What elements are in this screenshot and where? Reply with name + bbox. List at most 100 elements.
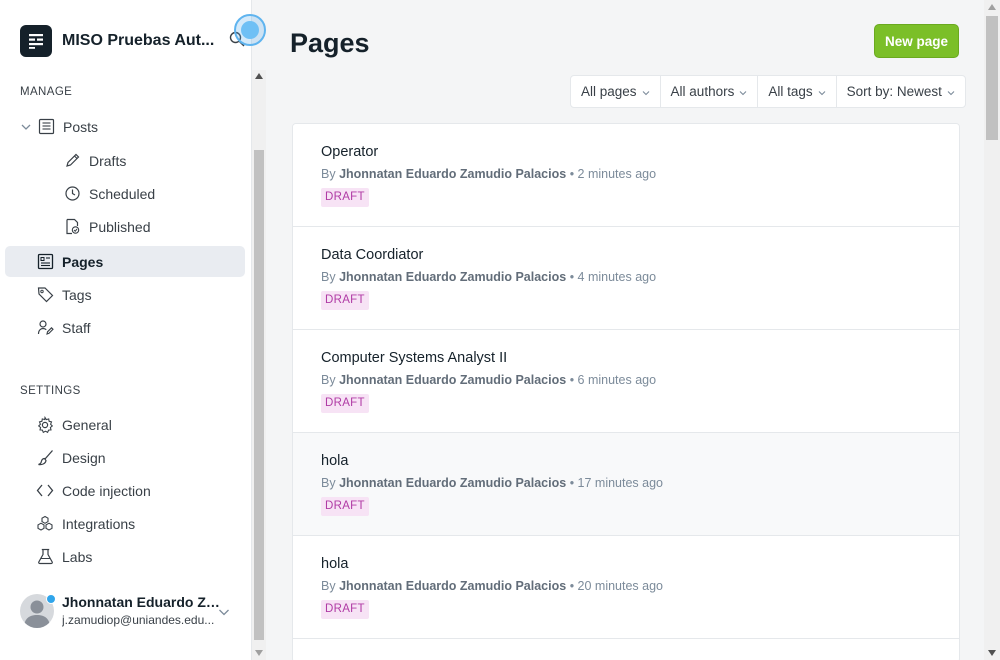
status-badge: DRAFT <box>321 600 369 619</box>
sidebar-item-label: Tags <box>62 286 92 303</box>
list-item[interactable]: hola By Jhonnatan Eduardo Zamudio Palaci… <box>293 433 959 536</box>
user-menu[interactable]: Jhonnatan Eduardo Za... j.zamudiop@unian… <box>20 592 235 632</box>
sidebar-item-pages[interactable]: Pages <box>5 246 245 277</box>
page-item-meta: By Jhonnatan Eduardo Zamudio Palacios • … <box>321 579 663 593</box>
author-name: Jhonnatan Eduardo Zamudio Palacios <box>339 167 567 181</box>
sidebar-item-label: Published <box>89 218 151 235</box>
page-item-meta: By Jhonnatan Eduardo Zamudio Palacios • … <box>321 373 656 387</box>
timestamp: • 6 minutes ago <box>569 373 657 387</box>
sidebar-item-drafts[interactable]: Drafts <box>5 145 245 176</box>
sidebar-item-staff[interactable]: Staff <box>5 312 245 343</box>
filter-type-select[interactable]: All pages <box>571 76 661 107</box>
sidebar: MISO Pruebas Aut... MANAGE Posts Drafts <box>0 0 266 660</box>
status-badge: DRAFT <box>321 497 369 516</box>
notification-dot <box>46 594 56 604</box>
timestamp: • 20 minutes ago <box>569 579 664 593</box>
gear-icon <box>36 415 54 434</box>
page-item-title[interactable]: Data Coordiator <box>321 247 423 263</box>
sidebar-item-label: Design <box>62 449 106 466</box>
user-name: Jhonnatan Eduardo Za... <box>62 594 222 610</box>
brush-icon <box>36 449 54 467</box>
chevron-down-icon <box>947 84 955 99</box>
sidebar-item-label: Drafts <box>89 152 127 169</box>
by-label: By <box>321 167 336 181</box>
list-item[interactable]: hola By Jhonnatan Eduardo Zamudio Palaci… <box>293 536 959 639</box>
sidebar-item-design[interactable]: Design <box>5 442 245 473</box>
sidebar-item-label: Integrations <box>62 515 136 532</box>
scroll-up-arrow-icon[interactable] <box>988 4 996 10</box>
chevron-down-icon[interactable] <box>218 604 230 622</box>
scrollbar-thumb[interactable] <box>254 150 264 640</box>
author-name: Jhonnatan Eduardo Zamudio Palacios <box>339 579 567 593</box>
page-item-title[interactable]: Operator <box>321 144 378 160</box>
filter-tag-select[interactable]: All tags <box>758 76 837 107</box>
page-item-title[interactable]: hola <box>321 453 348 469</box>
sidebar-item-code-injection[interactable]: Code injection <box>5 475 245 506</box>
sidebar-item-labs[interactable]: Labs <box>5 541 245 572</box>
sidebar-item-general[interactable]: General <box>5 409 245 440</box>
timestamp: • 4 minutes ago <box>569 270 657 284</box>
sidebar-item-tags[interactable]: Tags <box>5 279 245 310</box>
page-item-title[interactable]: hola <box>321 556 348 572</box>
staff-icon <box>36 319 54 337</box>
sidebar-item-label: Posts <box>63 118 99 135</box>
sidebar-item-label: Staff <box>62 319 91 336</box>
main-content: Pages New page All pages All authors All… <box>266 0 984 660</box>
scroll-down-arrow-icon[interactable] <box>988 650 996 656</box>
tag-icon <box>36 286 54 304</box>
page-item-title[interactable]: Computer Systems Analyst II <box>321 350 507 366</box>
scroll-down-arrow-icon[interactable] <box>255 650 263 656</box>
author-name: Jhonnatan Eduardo Zamudio Palacios <box>339 270 567 284</box>
sidebar-scrollbar[interactable] <box>252 70 266 660</box>
chevron-down-icon <box>739 84 747 99</box>
code-icon <box>36 482 54 500</box>
scrollbar-thumb[interactable] <box>986 16 998 140</box>
chevron-down-icon[interactable] <box>21 119 31 135</box>
list-item[interactable]: Operator By Jhonnatan Eduardo Zamudio Pa… <box>293 124 959 227</box>
filter-label: All pages <box>581 84 637 99</box>
page-item-meta: By Jhonnatan Eduardo Zamudio Palacios • … <box>321 270 656 284</box>
settings-section-title: SETTINGS <box>20 385 81 397</box>
status-badge: DRAFT <box>321 188 369 207</box>
sidebar-item-integrations[interactable]: Integrations <box>5 508 245 539</box>
cursor-dot <box>241 21 259 39</box>
filter-label: All authors <box>670 84 735 99</box>
by-label: By <box>321 476 336 490</box>
author-name: Jhonnatan Eduardo Zamudio Palacios <box>339 373 567 387</box>
by-label: By <box>321 579 336 593</box>
page-title: Pages <box>290 28 370 58</box>
sidebar-item-published[interactable]: Published <box>5 211 245 242</box>
site-logo <box>20 25 52 57</box>
filter-label: All tags <box>768 84 813 99</box>
status-badge: DRAFT <box>321 291 369 310</box>
site-title: MISO Pruebas Aut... <box>62 32 215 49</box>
sidebar-nav: MANAGE Posts Drafts Scheduled Published … <box>0 70 252 660</box>
brand[interactable]: MISO Pruebas Aut... <box>20 24 214 58</box>
sidebar-item-label: Code injection <box>62 482 151 499</box>
pages-list: Operator By Jhonnatan Eduardo Zamudio Pa… <box>292 123 960 660</box>
user-email: j.zamudiop@uniandes.edu... <box>62 613 215 627</box>
timestamp: • 2 minutes ago <box>569 167 657 181</box>
clock-icon <box>63 185 81 203</box>
manage-section-title: MANAGE <box>20 86 73 98</box>
timestamp: • 17 minutes ago <box>569 476 664 490</box>
flask-icon <box>36 548 54 566</box>
sort-select[interactable]: Sort by: Newest <box>837 76 965 107</box>
filter-author-select[interactable]: All authors <box>661 76 759 107</box>
new-page-button[interactable]: New page <box>874 24 959 58</box>
integrations-icon <box>36 515 54 533</box>
status-badge: DRAFT <box>321 394 369 413</box>
filter-bar: All pages All authors All tags Sort by: … <box>570 75 966 108</box>
by-label: By <box>321 270 336 284</box>
sidebar-item-scheduled[interactable]: Scheduled <box>5 178 245 209</box>
sidebar-item-label: Scheduled <box>89 185 156 202</box>
list-item[interactable]: Computer Systems Analyst II By Jhonnatan… <box>293 330 959 433</box>
list-item[interactable]: Data Coordiator By Jhonnatan Eduardo Zam… <box>293 227 959 330</box>
filter-label: Sort by: Newest <box>846 84 942 99</box>
chevron-down-icon <box>642 84 650 99</box>
posts-icon <box>37 118 55 136</box>
author-name: Jhonnatan Eduardo Zamudio Palacios <box>339 476 567 490</box>
page-scrollbar[interactable] <box>984 0 1000 660</box>
sidebar-item-posts[interactable]: Posts <box>5 111 245 142</box>
scroll-up-arrow-icon[interactable] <box>255 73 263 79</box>
